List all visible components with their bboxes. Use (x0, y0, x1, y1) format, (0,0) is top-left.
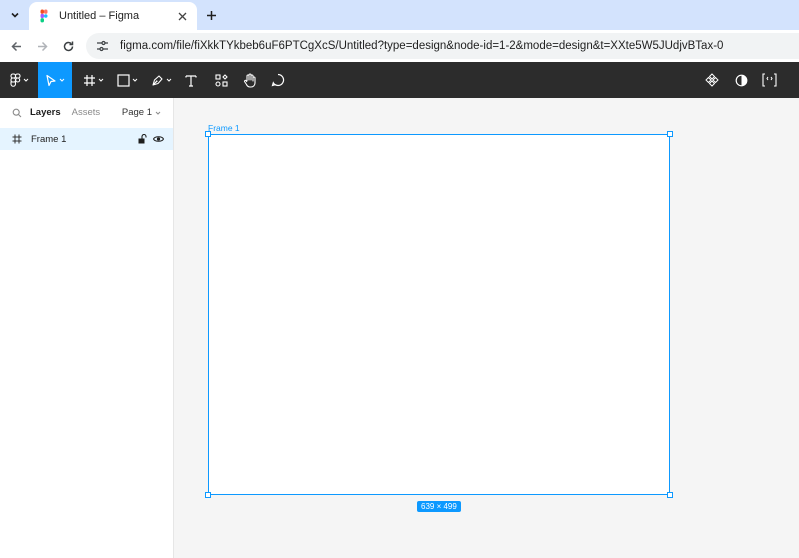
text-tool-button[interactable] (182, 62, 200, 98)
url-text: figma.com/file/fiXkkTYkbeb6uF6PTCgXcS/Un… (120, 40, 724, 52)
contrast-icon (735, 74, 747, 86)
tab-assets[interactable]: Assets (72, 107, 101, 118)
tab-title: Untitled – Figma (59, 10, 140, 22)
page-selector[interactable]: Page 1 (122, 107, 161, 118)
layer-name: Frame 1 (31, 133, 67, 145)
address-bar-row: figma.com/file/fiXkkTYkbeb6uF6PTCgXcS/Un… (0, 30, 799, 62)
theme-toggle-button[interactable] (732, 62, 750, 98)
pen-icon (151, 74, 163, 86)
unlock-icon[interactable] (138, 134, 147, 144)
chevron-down-icon (23, 78, 28, 82)
eye-icon[interactable] (153, 135, 164, 143)
cursor-arrow-icon (46, 74, 56, 86)
url-field[interactable]: figma.com/file/fiXkkTYkbeb6uF6PTCgXcS/Un… (86, 33, 799, 59)
close-icon (178, 12, 186, 20)
resize-handle-bottom-right[interactable] (667, 492, 673, 498)
hash-frame-icon (83, 74, 95, 86)
chevron-down-icon (59, 78, 65, 82)
tab-close-button[interactable] (175, 9, 189, 23)
shape-tool-button[interactable] (114, 62, 140, 98)
component-diamond-icon (705, 73, 719, 87)
tab-layers[interactable]: Layers (30, 107, 61, 118)
dev-mode-button[interactable] (760, 62, 778, 98)
hand-tool-button[interactable] (240, 62, 260, 98)
chevron-down-icon (132, 78, 137, 82)
resize-handle-bottom-left[interactable] (205, 492, 211, 498)
tab-search-button[interactable] (5, 5, 25, 25)
resize-handle-top-left[interactable] (205, 131, 211, 137)
frame-hash-icon (12, 134, 24, 144)
resources-button[interactable] (212, 62, 230, 98)
frame-label[interactable]: Frame 1 (208, 123, 240, 133)
chevron-down-icon (98, 78, 103, 82)
site-info-button[interactable] (94, 38, 110, 54)
chevron-down-icon (155, 111, 161, 115)
rectangle-icon (116, 73, 130, 87)
main-menu-button[interactable] (6, 62, 32, 98)
back-button[interactable] (7, 37, 25, 55)
panel-tabs: Layers Assets Page 1 (0, 98, 173, 127)
chevron-down-icon (166, 78, 171, 82)
browser-tab[interactable]: Untitled – Figma (29, 2, 197, 30)
figma-menu-icon (9, 73, 21, 87)
comment-bubble-icon (271, 73, 285, 87)
forward-button[interactable] (33, 37, 51, 55)
pen-tool-button[interactable] (148, 62, 174, 98)
text-icon (185, 74, 197, 87)
figma-logo-icon (40, 9, 48, 23)
hand-icon (243, 72, 256, 88)
arrow-left-icon (10, 41, 21, 51)
search-icon[interactable] (12, 108, 22, 118)
chevron-down-icon (11, 12, 19, 18)
tune-icon (96, 40, 108, 52)
layer-row-frame-1[interactable]: Frame 1 (0, 128, 173, 150)
browser-tabstrip: Untitled – Figma (0, 0, 799, 30)
components-grid-icon (214, 73, 228, 87)
reload-button[interactable] (59, 37, 77, 55)
resize-handle-top-right[interactable] (667, 131, 673, 137)
frame-tool-button[interactable] (80, 62, 106, 98)
move-tool-button[interactable] (38, 62, 72, 98)
page-name: Page 1 (121, 107, 152, 118)
component-button[interactable] (703, 62, 721, 98)
code-brackets-icon (761, 73, 777, 87)
design-canvas[interactable]: Frame 1 639 × 499 (174, 98, 799, 558)
figma-toolbar (0, 62, 799, 98)
arrow-right-icon (37, 41, 48, 51)
plus-icon (206, 10, 216, 20)
new-tab-button[interactable] (202, 6, 220, 24)
layers-panel: Layers Assets Page 1 Frame 1 (0, 98, 174, 558)
size-badge: 639 × 499 (417, 501, 461, 512)
reload-icon (63, 41, 73, 51)
comment-tool-button[interactable] (269, 62, 287, 98)
frame-1[interactable] (208, 134, 670, 495)
